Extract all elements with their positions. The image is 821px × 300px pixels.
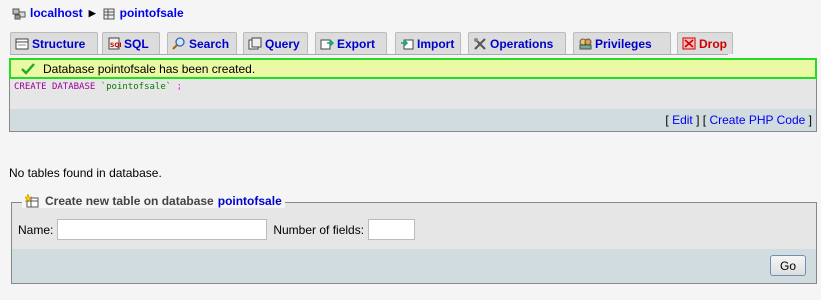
tab-operations[interactable]: Operations xyxy=(468,32,566,54)
sql-terminator: ; xyxy=(176,82,183,92)
tab-sql[interactable]: SQL SQL xyxy=(102,32,160,54)
legend-database-link[interactable]: pointofsale xyxy=(218,194,282,208)
tab-structure[interactable]: Structure xyxy=(10,32,98,54)
sql-identifier: `pointofsale` xyxy=(100,82,172,92)
create-table-form-row: Name: Number of fields: xyxy=(18,219,416,240)
query-icon xyxy=(248,37,262,50)
bracket-open: [ xyxy=(665,113,669,127)
bracket-close: ] xyxy=(808,113,812,127)
breadcrumb-server-link[interactable]: localhost xyxy=(30,6,83,20)
breadcrumb-separator-icon: ▶ xyxy=(88,7,96,18)
number-of-fields-label: Number of fields: xyxy=(273,222,365,237)
create-table-action-bar: Go xyxy=(12,249,816,283)
go-button[interactable]: Go xyxy=(770,255,806,276)
tab-import[interactable]: Import xyxy=(395,32,461,54)
tab-search[interactable]: Search xyxy=(167,32,237,54)
bracket-separator: ] [ xyxy=(696,113,707,127)
svg-text:SQL: SQL xyxy=(110,42,121,49)
tab-label: SQL xyxy=(124,36,149,51)
edit-link[interactable]: Edit xyxy=(672,113,693,127)
structure-icon xyxy=(15,38,29,50)
tab-label: Operations xyxy=(490,36,554,51)
tab-label: Search xyxy=(189,36,230,51)
create-table-legend: Create new table on database pointofsale xyxy=(22,194,285,208)
checkmark-icon xyxy=(21,62,35,75)
legend-text: Create new table on database xyxy=(45,194,214,208)
tab-label: Privileges xyxy=(595,36,652,51)
server-icon xyxy=(12,8,26,19)
success-notice: Database pointofsale has been created. xyxy=(9,58,817,79)
import-icon xyxy=(401,39,414,50)
tab-drop[interactable]: Drop xyxy=(677,32,733,54)
no-tables-message: No tables found in database. xyxy=(9,166,162,180)
tab-label: Structure xyxy=(32,36,86,51)
tab-label: Query xyxy=(265,36,300,51)
sql-action-bar: [ Edit ] [ Create PHP Code ] xyxy=(10,109,816,131)
privileges-icon xyxy=(579,38,592,50)
tab-query[interactable]: Query xyxy=(243,32,308,54)
tab-label: Import xyxy=(417,36,455,51)
notice-message: Database pointofsale has been created. xyxy=(43,61,256,76)
sql-icon: SQL xyxy=(108,37,121,50)
new-table-icon xyxy=(25,194,39,208)
sql-keyword: DATABASE xyxy=(51,82,96,92)
database-icon xyxy=(103,8,115,19)
sql-query-text: CREATE DATABASE `pointofsale` ; xyxy=(14,82,182,92)
create-table-fieldset: Create new table on database pointofsale… xyxy=(11,194,817,284)
create-php-code-link[interactable]: Create PHP Code xyxy=(709,113,805,127)
tab-bar: Structure SQL SQL Search Query Export Im… xyxy=(10,31,733,55)
sql-query-box: CREATE DATABASE `pointofsale` ; [ Edit ]… xyxy=(9,79,817,132)
operations-icon xyxy=(474,38,486,50)
tab-label: Drop xyxy=(699,36,727,51)
tab-privileges[interactable]: Privileges xyxy=(573,32,671,54)
drop-icon xyxy=(682,37,696,50)
number-of-fields-input[interactable] xyxy=(368,219,416,240)
table-name-input[interactable] xyxy=(57,219,268,240)
breadcrumb: localhost ▶ pointofsale xyxy=(12,6,184,20)
tab-label: Export xyxy=(337,36,376,51)
tab-export[interactable]: Export xyxy=(315,32,387,54)
export-icon xyxy=(320,39,334,50)
breadcrumb-database-link[interactable]: pointofsale xyxy=(120,6,184,20)
table-name-label: Name: xyxy=(18,222,54,237)
search-icon xyxy=(172,37,185,50)
sql-keyword: CREATE xyxy=(14,82,47,92)
